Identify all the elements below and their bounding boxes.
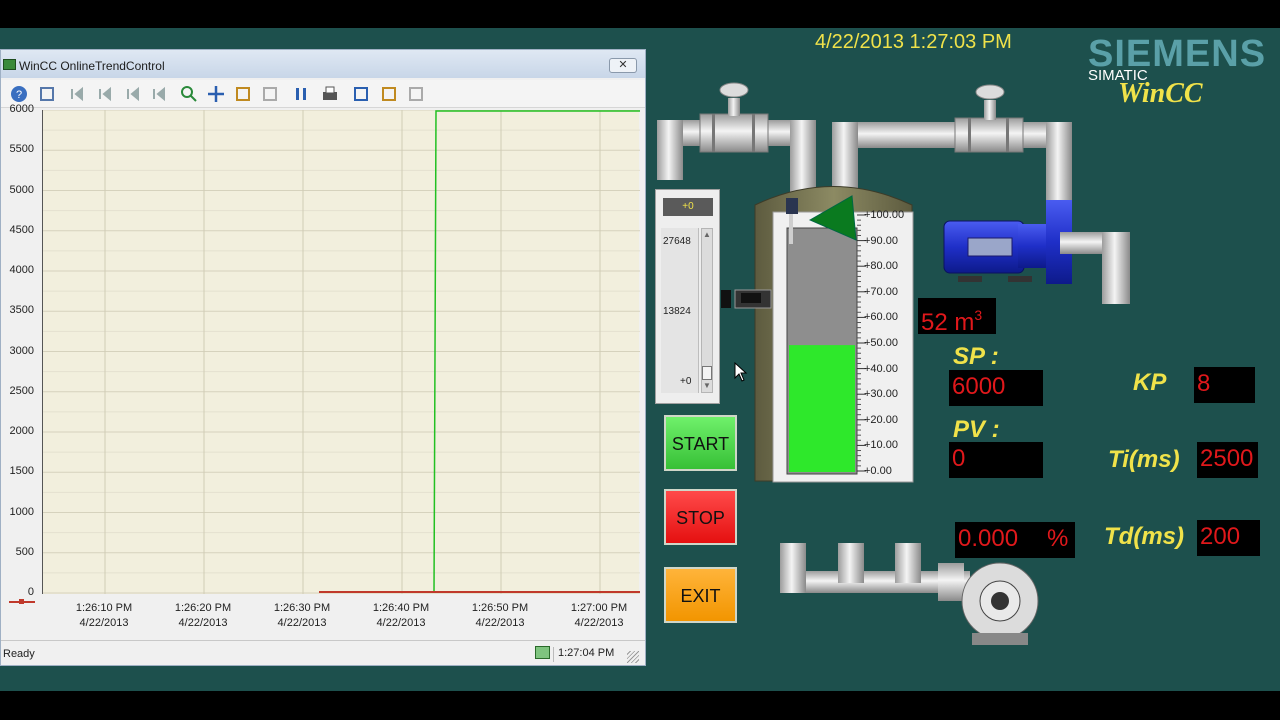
ti-label: Ti(ms) xyxy=(1108,446,1180,473)
trend-app-icon xyxy=(3,59,16,70)
svg-text:?: ? xyxy=(16,89,22,101)
x-tick-label: 1:26:10 PM 4/22/2013 xyxy=(75,602,133,629)
output-percent-unit: % xyxy=(1047,525,1069,552)
time-range-icon[interactable] xyxy=(379,84,399,104)
y-tick-label: 3500 xyxy=(9,304,34,317)
trend-titlebar[interactable]: WinCC OnlineTrendControl ✕ xyxy=(1,50,645,78)
y-tick-label: 1000 xyxy=(9,505,34,518)
trend-close-button[interactable]: ✕ xyxy=(609,58,637,73)
output-percent-value: 0.000 xyxy=(958,525,1019,552)
y-tick-label: 5000 xyxy=(9,183,34,196)
tank-scale-label: +0.00 xyxy=(864,465,892,477)
tank-scale-label: +20.00 xyxy=(864,413,898,426)
y-tick-label: 3000 xyxy=(9,344,34,357)
setpoint-slider[interactable]: +0 ▲ ▼ 27648 13824 +0 xyxy=(655,189,720,404)
zoom-axis-icon[interactable] xyxy=(233,84,253,104)
y-tick-label: 2000 xyxy=(9,425,34,437)
ti-field[interactable]: 2500 xyxy=(1197,442,1258,478)
trend-window-title: WinCC OnlineTrendControl xyxy=(19,59,165,73)
sp-label: SP : xyxy=(953,343,999,370)
first-icon[interactable] xyxy=(67,84,87,104)
x-tick-label: 1:26:30 PM 4/22/2013 xyxy=(273,602,331,629)
inlet-pipe-left xyxy=(657,82,816,202)
outlet-pipe-top xyxy=(832,84,1072,202)
tank-scale-label: +70.00 xyxy=(864,285,898,298)
y-tick-label: 5500 xyxy=(9,143,34,156)
x-tick-label: 1:26:40 PM 4/22/2013 xyxy=(372,602,430,629)
tank-scale-label: +10.00 xyxy=(864,439,898,452)
exit-button[interactable]: EXIT xyxy=(664,567,737,623)
tank-scale-label: +80.00 xyxy=(864,260,898,273)
stop-button[interactable]: STOP xyxy=(664,489,737,545)
slider-thumb[interactable] xyxy=(702,366,712,380)
slider-up-arrow[interactable]: ▲ xyxy=(702,230,712,240)
slider-label-min: +0 xyxy=(680,376,692,387)
trend-legend-marker xyxy=(19,599,24,604)
ruler-icon[interactable] xyxy=(406,84,426,104)
pv-label: PV : xyxy=(953,416,1000,443)
tank-scale-label: +40.00 xyxy=(864,362,898,375)
x-tick-label: 1:27:00 PM 4/22/2013 xyxy=(570,602,628,629)
volume-unit-exponent: 3 xyxy=(974,307,983,323)
tank-scale-label: +30.00 xyxy=(864,388,898,401)
trend-plot-area[interactable] xyxy=(42,110,640,594)
print-icon[interactable] xyxy=(320,84,340,104)
y-tick-label: 500 xyxy=(15,545,34,558)
start-button[interactable]: START xyxy=(664,415,737,471)
slider-down-arrow[interactable]: ▼ xyxy=(702,381,712,391)
y-tick-label: 4000 xyxy=(9,264,34,276)
x-tick-label: 1:26:20 PM 4/22/2013 xyxy=(174,602,232,629)
tank-scale-label: +90.00 xyxy=(864,234,898,247)
status-connection-icon xyxy=(535,646,550,659)
config-icon[interactable] xyxy=(37,84,57,104)
volume-value: 52 m xyxy=(921,309,975,336)
move-icon[interactable] xyxy=(206,84,226,104)
tank xyxy=(721,186,914,483)
original-view-icon[interactable] xyxy=(260,84,280,104)
slider-value: +0 xyxy=(663,198,713,216)
output-percent-display: 0.000 % xyxy=(955,522,1075,558)
pump-bottom xyxy=(780,543,1039,645)
slider-label-mid: 13824 xyxy=(663,306,691,317)
kp-field[interactable]: 8 xyxy=(1194,367,1255,403)
last-icon[interactable] xyxy=(149,84,169,104)
tank-scale-label: +60.00 xyxy=(864,311,898,324)
select-data-icon[interactable] xyxy=(351,84,371,104)
trend-control-window: WinCC OnlineTrendControl ✕ ? 6000 5500 500… xyxy=(0,49,646,666)
td-label: Td(ms) xyxy=(1104,523,1184,550)
trend-statusbar: Ready 1:27:04 PM xyxy=(1,640,645,665)
x-tick-label: 1:26:50 PM 4/22/2013 xyxy=(471,602,529,629)
forward-icon[interactable] xyxy=(123,84,143,104)
status-time: 1:27:04 PM xyxy=(553,647,631,662)
y-tick-label: 2500 xyxy=(9,384,34,397)
pv-display: 0 xyxy=(949,442,1043,478)
resize-grip-icon[interactable] xyxy=(627,651,639,663)
screen: 4/22/2013 1:27:03 PM SIEMENS SIMATIC Win… xyxy=(0,0,1280,720)
tank-level-fill xyxy=(789,345,855,472)
slider-label-max: 27648 xyxy=(663,236,691,247)
td-field[interactable]: 200 xyxy=(1197,520,1260,556)
pump-motor-blue xyxy=(943,200,1130,304)
y-tick-label: 4500 xyxy=(9,223,34,236)
zoom-icon[interactable] xyxy=(179,84,199,104)
stop-icon[interactable] xyxy=(291,84,311,104)
back-icon[interactable] xyxy=(95,84,115,104)
trend-plot xyxy=(43,110,640,594)
mouse-cursor-icon xyxy=(734,362,748,382)
volume-display: 52 m3 xyxy=(918,298,996,336)
y-tick-label: 1500 xyxy=(9,465,34,478)
help-icon[interactable]: ? xyxy=(9,84,29,104)
tank-scale-label: +50.00 xyxy=(864,337,898,349)
y-tick-label: 6000 xyxy=(9,103,34,115)
trend-toolbar: ? xyxy=(1,80,645,108)
tank-scale-label: +100.00 xyxy=(864,209,905,221)
sp-field[interactable]: 6000 xyxy=(949,370,1043,406)
hmi-screen: 4/22/2013 1:27:03 PM SIEMENS SIMATIC Win… xyxy=(0,28,1280,691)
status-text: Ready xyxy=(3,648,35,660)
y-tick-label: 0 xyxy=(27,586,34,598)
kp-label: KP xyxy=(1133,369,1167,396)
